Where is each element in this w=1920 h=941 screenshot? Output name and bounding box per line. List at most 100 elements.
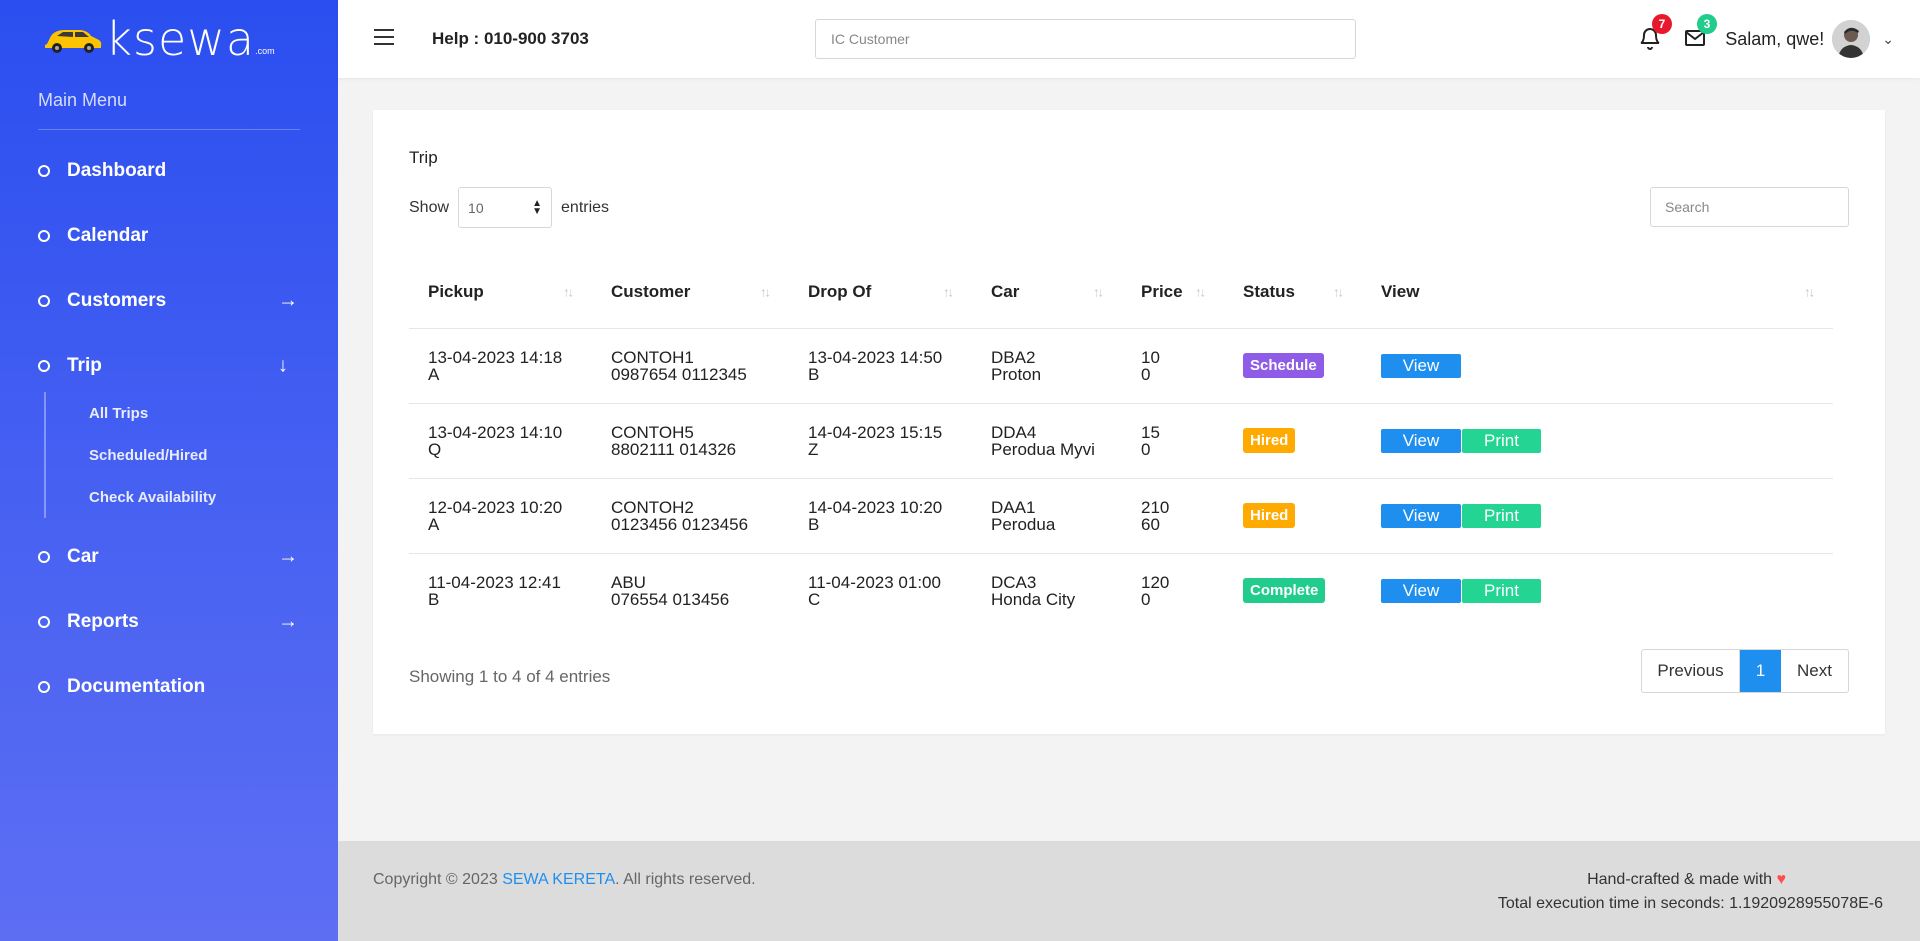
cell-pickup-primary: 11-04-2023 12:41 [428, 572, 561, 592]
entries-select-value: 10 [468, 199, 484, 216]
cell-customer: CONTOH2 0123456 0123456 [592, 478, 789, 554]
logo-text: ksewa [105, 12, 256, 66]
sidebar-item-documentation[interactable]: Documentation [0, 654, 338, 719]
page-1-button[interactable]: 1 [1740, 650, 1781, 692]
view-button[interactable]: View [1381, 353, 1461, 378]
cell-drop-primary: 13-04-2023 14:50 [808, 347, 943, 367]
view-button[interactable]: View [1381, 578, 1461, 603]
column-header-customer[interactable]: Customer ↑↓ [592, 257, 789, 329]
sidebar-item-trip[interactable]: Trip ↓ [0, 333, 338, 398]
print-button[interactable]: Print [1462, 503, 1541, 528]
next-page-button[interactable]: Next [1781, 650, 1848, 692]
topbar: Help : 010-900 3703 7 3 Salam, qwe! ⌄ [338, 0, 1920, 78]
cell-drop: 13-04-2023 14:50 B [789, 328, 972, 404]
sidebar-item-label: Calendar [67, 224, 149, 246]
notifications-count-badge: 7 [1652, 14, 1672, 34]
sidebar-subitem-scheduled-hired[interactable]: Scheduled/Hired [89, 434, 338, 476]
cell-car-primary: DDA4 [991, 422, 1037, 442]
sidebar-item-car[interactable]: Car → [0, 524, 338, 589]
cell-customer-secondary: 076554 013456 [611, 589, 730, 609]
cell-status: Hired [1224, 478, 1362, 554]
cell-customer-secondary: 0123456 0123456 [611, 514, 749, 534]
sidebar-item-dashboard[interactable]: Dashboard [0, 138, 338, 203]
cell-pickup: 12-04-2023 10:20 A [409, 478, 592, 554]
cell-drop: 14-04-2023 10:20 B [789, 478, 972, 554]
cell-status: Schedule [1224, 328, 1362, 404]
column-header-status[interactable]: Status ↑↓ [1224, 257, 1362, 329]
notifications-button[interactable]: 7 [1638, 14, 1672, 50]
column-header-car[interactable]: Car ↑↓ [972, 257, 1122, 329]
main-menu: Dashboard Calendar Customers → Trip ↓ Al… [0, 138, 338, 719]
company-link[interactable]: SEWA KERETA [502, 871, 615, 888]
cell-price: 120 0 [1122, 553, 1224, 628]
sidebar-item-reports[interactable]: Reports → [0, 589, 338, 654]
cell-pickup: 13-04-2023 14:10 Q [409, 403, 592, 479]
table-row: 12-04-2023 10:20 A CONTOH2 0123456 0123456 1… [409, 478, 1833, 554]
show-label: Show [409, 198, 450, 216]
user-menu[interactable]: Salam, qwe! ⌄ [1725, 20, 1894, 58]
arrow-right-icon: → [278, 610, 298, 632]
cell-pickup-primary: 13-04-2023 14:18 [428, 347, 563, 367]
circle-icon [38, 359, 50, 372]
car-logo-icon [45, 30, 102, 53]
status-badge: Schedule [1243, 353, 1324, 378]
table-search-input[interactable] [1650, 187, 1849, 227]
cell-car-primary: DAA1 [991, 497, 1036, 517]
column-header-price[interactable]: Price ↑↓ [1122, 257, 1224, 329]
cell-price: 15 0 [1122, 403, 1224, 479]
cell-drop-secondary: Z [808, 439, 819, 459]
table-header-row: Pickup ↑↓ Customer ↑↓ Drop Of ↑↓ Car ↑↓ Pric… [409, 257, 1833, 329]
chevron-down-icon: ⌄ [1882, 30, 1894, 47]
sidebar-item-label: Documentation [67, 675, 206, 697]
sidebar-item-label: Customers [67, 289, 167, 311]
cell-customer-secondary: 0987654 0112345 [611, 364, 747, 384]
messages-button[interactable]: 3 [1683, 14, 1717, 50]
table-info: Showing 1 to 4 of 4 entries [409, 667, 611, 686]
cell-price-primary: 210 [1141, 497, 1170, 517]
print-button[interactable]: Print [1462, 428, 1541, 453]
trip-submenu: All Trips Scheduled/Hired Check Availabi… [44, 392, 338, 518]
cell-price: 210 60 [1122, 478, 1224, 554]
cell-pickup-secondary: A [428, 514, 440, 534]
cell-customer: ABU 076554 013456 [592, 553, 789, 628]
entries-select[interactable]: 10 ▲ ▼ [458, 187, 553, 228]
cell-price-primary: 120 [1141, 572, 1170, 592]
column-header-view[interactable]: View ↑↓ [1362, 257, 1833, 329]
circle-icon [38, 615, 50, 628]
sidebar-item-calendar[interactable]: Calendar [0, 203, 338, 268]
sidebar-subitem-check-availability[interactable]: Check Availability [89, 476, 338, 518]
circle-icon [38, 550, 50, 563]
heart-icon: ♥ [1776, 871, 1787, 888]
cell-customer-primary: CONTOH1 [611, 347, 694, 367]
sort-icon: ↑↓ [760, 284, 771, 300]
card-title: Trip [409, 148, 438, 167]
ic-customer-search-input[interactable] [815, 19, 1356, 59]
print-button[interactable]: Print [1462, 578, 1541, 603]
cell-price-secondary: 0 [1141, 364, 1151, 384]
sort-icon: ↑↓ [943, 284, 954, 300]
brand-logo[interactable]: ksewa .com [0, 0, 338, 78]
sort-icon: ↑↓ [1333, 284, 1344, 300]
cell-drop: 14-04-2023 15:15 Z [789, 403, 972, 479]
sidebar-item-customers[interactable]: Customers → [0, 268, 338, 333]
cell-customer-primary: ABU [611, 572, 646, 592]
column-header-drop-of[interactable]: Drop Of ↑↓ [789, 257, 972, 329]
cell-price-primary: 10 [1141, 347, 1160, 367]
cell-car: DCA3 Honda City [972, 553, 1122, 628]
view-button[interactable]: View [1381, 428, 1461, 453]
made-with-text: Hand-crafted & made with ♥ [1587, 871, 1786, 889]
column-header-pickup[interactable]: Pickup ↑↓ [409, 257, 592, 329]
view-button[interactable]: View [1381, 503, 1461, 528]
hamburger-menu-icon[interactable] [374, 29, 394, 45]
cell-price-secondary: 60 [1141, 514, 1160, 534]
sidebar-subitem-all-trips[interactable]: All Trips [89, 392, 338, 434]
cell-pickup-secondary: A [428, 364, 440, 384]
cell-pickup: 13-04-2023 14:18 A [409, 328, 592, 404]
copyright: Copyright © 2023 SEWA KERETA. All rights… [373, 871, 756, 889]
previous-page-button[interactable]: Previous [1642, 650, 1740, 692]
arrow-right-icon: → [278, 289, 298, 311]
execution-time: Total execution time in seconds: 1.19209… [1497, 895, 1883, 912]
cell-customer: CONTOH1 0987654 0112345 [592, 328, 789, 404]
cell-actions: View Print [1362, 403, 1833, 479]
circle-icon [38, 164, 50, 177]
